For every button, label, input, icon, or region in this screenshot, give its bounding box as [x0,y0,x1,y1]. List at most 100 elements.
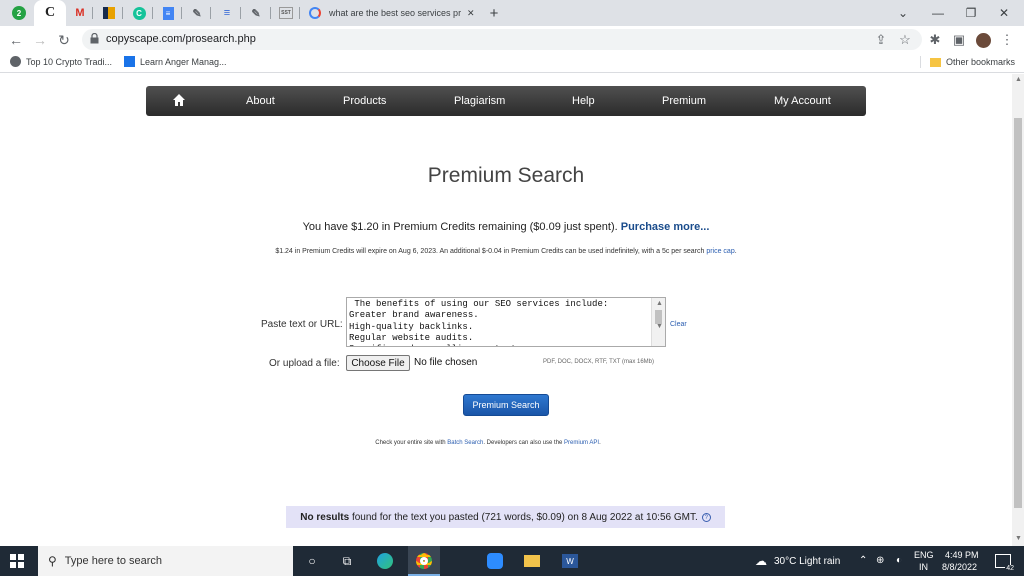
page-content: About Products Plagiarism Help Premium M… [0,74,1012,546]
nav-my-account[interactable]: My Account [774,95,831,107]
windows-start-icon[interactable] [8,552,26,570]
tab-search-icon[interactable]: ⌄ [893,4,913,22]
restore-button[interactable]: ❐ [961,4,981,22]
forward-button[interactable]: → [31,31,49,49]
paste-textarea[interactable]: The benefits of using our SEO services i… [346,297,666,347]
tab-google-search[interactable]: what are the best seo services pr ✕ [302,0,478,26]
browser-toolbar: ← → ↻ copyscape.com/prosearch.php ⇪ ☆ ✱ … [0,26,1024,53]
volume-icon[interactable]: ◐ [896,555,902,566]
task-view-icon[interactable]: ⧉ [338,552,356,570]
tab-title: what are the best seo services pr [329,8,461,18]
tab-docs-icon[interactable]: ≡ [159,4,177,22]
tab-whatsapp-icon[interactable]: 2 [10,4,28,22]
menu-icon[interactable]: ⋮ [998,31,1016,49]
upload-label: Or upload a file: [269,358,340,369]
tab-grammar-icon[interactable]: C [130,4,148,22]
tab-sst-icon[interactable]: SST [277,4,295,22]
network-icon[interactable]: ⊕ [876,555,884,566]
profile-avatar[interactable] [974,31,992,49]
tab-quill2-icon[interactable]: ✎ [247,4,265,22]
folder-icon [930,57,941,67]
credits-line: You have $1.20 in Premium Credits remain… [0,221,1012,233]
scroll-thumb[interactable] [1014,118,1022,508]
premium-search-button[interactable]: Premium Search [463,394,549,416]
bookmark-crypto[interactable]: Top 10 Crypto Tradi... [10,56,112,67]
paste-label: Paste text or URL: [261,319,343,330]
file-explorer-icon[interactable] [523,552,541,570]
bookmark-star-icon[interactable]: ☆ [896,31,914,49]
tab-trello-icon[interactable] [100,4,118,22]
nav-help[interactable]: Help [572,95,595,107]
page-scrollbar[interactable]: ▲ ▼ [1012,74,1024,546]
chrome-icon[interactable] [415,552,433,570]
doc-icon [124,56,135,67]
batch-line: Check your entire site with Batch Search… [375,440,601,446]
clear-link[interactable]: Clear [670,321,687,328]
search-placeholder: Type here to search [64,555,163,567]
site-nav: About Products Plagiarism Help Premium M… [146,86,866,116]
bookmark-label: Learn Anger Manag... [140,56,227,67]
nav-about[interactable]: About [246,95,275,107]
bookmark-label: Top 10 Crypto Tradi... [26,56,113,67]
tab-list-icon[interactable]: ≡ [218,4,236,22]
windows-taskbar: ⚲ Type here to search ○ ⧉ W ☁ 30°C Light… [0,546,1024,576]
bookmarks-bar: Top 10 Crypto Tradi... Learn Anger Manag… [0,53,1024,73]
lang-top[interactable]: ENG [914,550,934,560]
purchase-more-link[interactable]: Purchase more... [621,221,710,233]
close-window-button[interactable]: ✕ [994,4,1014,22]
results-banner: No results found for the text you pasted… [286,506,725,528]
page-title: Premium Search [427,164,585,187]
side-panel-icon[interactable]: ▣ [950,31,968,49]
choose-file-button[interactable]: Choose File [346,355,410,371]
notifications-icon[interactable]: 42 [994,552,1015,572]
results-text: found for the text you pasted (721 words… [349,511,698,523]
file-types-note: PDF, DOC, DOCX, RTF, TXT (max 16Mb) [543,359,655,365]
premium-api-link[interactable]: Premium API [564,440,599,446]
file-status: No file chosen [414,357,478,368]
tab-close-icon[interactable]: ✕ [467,8,475,19]
notification-count: 42 [1005,565,1015,572]
url-text: copyscape.com/prosearch.php [106,33,256,45]
help-icon[interactable]: ? [701,512,711,522]
expire-line: $1.24 in Premium Credits will expire on … [275,248,737,255]
other-bookmarks[interactable]: Other bookmarks [920,56,1015,68]
word-icon[interactable]: W [561,552,579,570]
edge-icon[interactable] [376,552,394,570]
share-icon[interactable]: ⇪ [872,31,890,49]
lang-bottom: IN [919,562,928,572]
cortana-icon[interactable]: ○ [303,552,321,570]
other-bookmarks-label: Other bookmarks [946,57,1016,67]
taskbar-search[interactable]: ⚲ Type here to search [38,546,293,576]
nav-premium[interactable]: Premium [662,95,706,107]
address-bar[interactable]: copyscape.com/prosearch.php [82,29,922,50]
tab-quill-icon[interactable]: ✎ [188,4,206,22]
batch-search-link[interactable]: Batch Search [447,440,483,446]
reload-button[interactable]: ↻ [55,31,73,49]
price-cap-link[interactable]: price cap [706,248,734,255]
tab-gmail-icon[interactable]: M [71,4,89,22]
credits-text: You have $1.20 in Premium Credits remain… [302,221,618,233]
lock-icon [90,33,99,44]
globe-icon [10,56,21,67]
results-status: No results [300,511,350,523]
search-icon: ⚲ [48,554,57,568]
weather-text[interactable]: 30°C Light rain [774,556,840,567]
textarea-scrollbar[interactable]: ▲ ▼ [651,298,665,346]
home-icon[interactable] [172,93,186,107]
back-button[interactable]: ← [7,31,25,49]
browser-tabstrip: 2 C M C ≡ ✎ ≡ ✎ SST what are the best se… [0,0,1024,26]
expire-text: $1.24 in Premium Credits will expire on … [275,248,705,255]
clock-date: 8/8/2022 [942,562,978,572]
tray-chevron-icon[interactable]: ⌃ [859,555,867,566]
nav-plagiarism[interactable]: Plagiarism [454,95,505,107]
weather-icon[interactable]: ☁ [752,552,770,570]
google-icon [309,7,321,19]
zoom-icon[interactable] [486,552,504,570]
bookmark-anger[interactable]: Learn Anger Manag... [124,56,227,67]
new-tab-button[interactable]: + [485,4,503,22]
clock-time[interactable]: 4:49 PM [945,550,979,560]
tab-copyscape-icon[interactable]: C [41,4,59,22]
nav-products[interactable]: Products [343,95,386,107]
extensions-icon[interactable]: ✱ [926,31,944,49]
minimize-button[interactable]: — [928,4,948,22]
